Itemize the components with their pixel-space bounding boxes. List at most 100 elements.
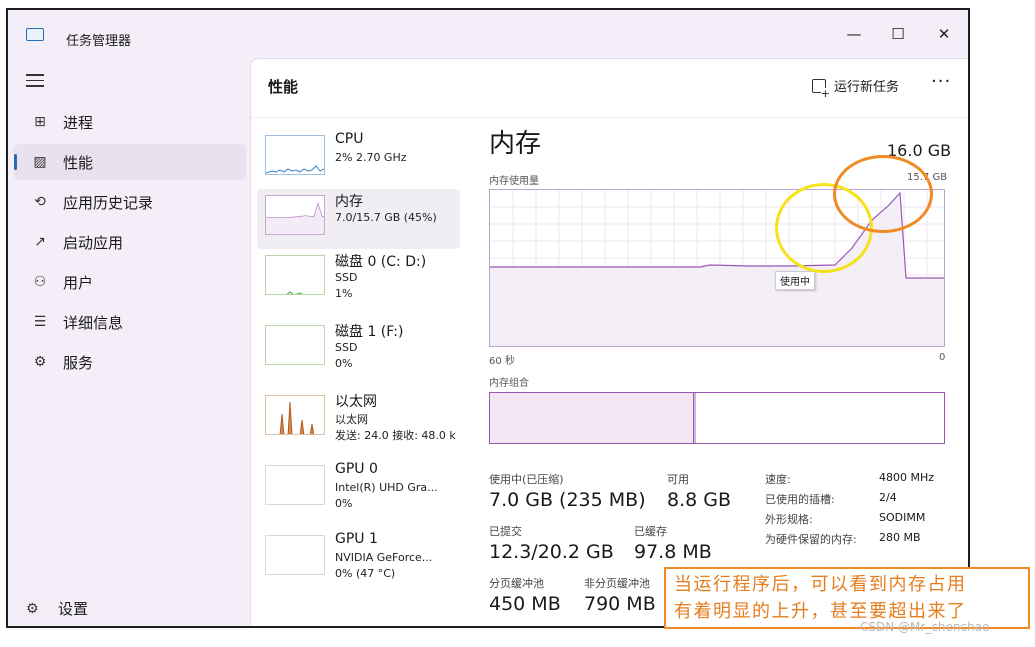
sidebar-item-label: 进程 [63,113,94,132]
device-item-cpu[interactable]: CPU 2% 2.70 GHz [257,129,460,189]
usage-graph-label: 内存使用量 [489,176,539,187]
device-throughput: 发送: 24.0 接收: 48.0 k [335,429,456,442]
sidebar-item-settings[interactable]: ⚙ 设置 [26,598,88,619]
sidebar-item-label: 用户 [63,273,94,292]
page-title: 性能 [268,78,299,96]
device-detail: 2% 2.70 GHz [335,151,407,164]
x-axis-right-label: 0 [939,352,946,363]
kv-form-factor-value: SODIMM [879,511,926,524]
performance-panel: 性能 运行新任务 ··· CPU 2% 2.70 GHz 内存 7.0/15.7… [250,58,968,626]
sidebar-item-label: 服务 [63,353,94,372]
kv-slots-label: 已使用的插槽: [765,493,835,506]
app-title: 任务管理器 [66,34,132,49]
stat-cached-value: 97.8 MB [634,541,712,563]
stat-committed-label: 已提交 [489,525,522,538]
stat-nonpaged-pool-label: 非分页缓冲池 [584,577,650,590]
composition-in-use [490,393,694,443]
device-name: 磁盘 1 (F:) [335,324,404,340]
device-name: 磁盘 0 (C: D:) [335,254,427,270]
annotation-line-1: 当运行程序后，可以看到内存占用 [674,574,967,595]
device-item-disk0[interactable]: 磁盘 0 (C: D:) SSD 1% [257,249,460,309]
startup-icon: ↗ [34,234,46,250]
kv-reserved-value: 280 MB [879,531,921,544]
active-indicator [14,154,17,170]
hamburger-menu-icon[interactable] [26,74,44,91]
graph-tooltip: 使用中 [775,271,815,290]
watermark: CSDN @Mr_chenchao [860,620,990,634]
settings-gear-icon: ⚙ [26,600,39,617]
sidebar-item-users[interactable]: ⚇ 用户 [14,264,246,300]
kv-slots-value: 2/4 [879,491,897,504]
device-type: SSD [335,341,358,354]
device-item-ethernet[interactable]: 以太网 以太网 发送: 24.0 接收: 48.0 k [257,389,460,449]
gpu0-thumbnail-graph [265,465,325,505]
kv-reserved-label: 为硬件保留的内存: [765,533,857,546]
run-task-label: 运行新任务 [834,80,900,95]
kv-speed-label: 速度: [765,473,791,486]
run-new-task-button[interactable]: 运行新任务 [812,76,900,99]
stat-paged-pool-label: 分页缓冲池 [489,577,544,590]
device-name: CPU [335,131,364,147]
sidebar-item-services[interactable]: ⚙ 服务 [14,344,246,380]
device-item-disk1[interactable]: 磁盘 1 (F:) SSD 0% [257,319,460,379]
gpu1-thumbnail-graph [265,535,325,575]
device-item-memory[interactable]: 内存 7.0/15.7 GB (45%) [257,189,460,249]
task-manager-window: 任务管理器 — ☐ ✕ ⊞ 进程 ▨ 性能 ⟲ 应用历史记录 ↗ 启动应用 ⚇ … [6,8,970,628]
device-item-gpu1[interactable]: GPU 1 NVIDIA GeForce... 0% (47 °C) [257,529,460,589]
app-history-icon: ⟲ [34,194,46,210]
composition-label: 内存组合 [489,378,529,389]
more-options-button[interactable]: ··· [931,71,951,92]
device-model: NVIDIA GeForce... [335,551,433,564]
task-manager-app-icon [26,28,44,41]
kv-speed-value: 4800 MHz [879,471,935,484]
x-axis-left-label: 60 秒 [489,356,515,367]
processes-icon: ⊞ [34,114,46,130]
orange-highlight-circle [833,155,933,233]
sidebar-item-performance[interactable]: ▨ 性能 [14,144,246,180]
device-usage: 0% (47 °C) [335,567,396,580]
sidebar-item-startup-apps[interactable]: ↗ 启动应用 [14,224,246,260]
users-icon: ⚇ [33,274,47,290]
device-item-gpu0[interactable]: GPU 0 Intel(R) UHD Gra... 0% [257,459,460,519]
device-usage: 0% [335,357,353,370]
device-name: 以太网 [335,394,377,410]
stat-paged-pool-value: 450 MB [489,593,561,615]
maximize-button[interactable]: ☐ [876,18,920,50]
stat-nonpaged-pool-value: 790 MB [584,593,656,615]
minimize-button[interactable]: — [832,18,876,50]
performance-icon: ▨ [33,154,47,170]
memory-composition-bar [489,392,945,444]
sidebar-item-label: 应用历史记录 [63,193,154,212]
device-detail: 7.0/15.7 GB (45%) [335,211,437,224]
device-name: GPU 1 [335,531,378,547]
device-usage: 0% [335,497,353,510]
stat-committed-value: 12.3/20.2 GB [489,541,614,563]
kv-form-factor-label: 外形规格: [765,513,813,526]
disk0-thumbnail-graph [265,255,325,295]
stat-cached-label: 已缓存 [634,525,667,538]
settings-label: 设置 [58,600,89,618]
device-usage: 1% [335,287,353,300]
stat-in-use-value: 7.0 GB (235 MB) [489,489,646,511]
ethernet-thumbnail-graph [265,395,325,435]
sidebar-item-app-history[interactable]: ⟲ 应用历史记录 [14,184,246,220]
sidebar-item-details[interactable]: ☰ 详细信息 [14,304,246,340]
title-bar: 任务管理器 — ☐ ✕ [8,10,968,58]
sidebar-item-processes[interactable]: ⊞ 进程 [14,104,246,140]
run-task-icon [812,78,830,99]
disk1-thumbnail-graph [265,325,325,365]
device-type: SSD [335,271,358,284]
stat-in-use-label: 使用中(已压缩) [489,473,564,486]
memory-title: 内存 [489,129,542,159]
stat-available-label: 可用 [667,473,689,486]
sidebar-item-label: 详细信息 [63,313,124,332]
device-name: GPU 0 [335,461,378,477]
sidebar-item-label: 启动应用 [63,233,124,252]
cpu-thumbnail-graph [265,135,325,175]
device-name: 内存 [335,194,363,210]
memory-thumbnail-graph [265,195,325,235]
composition-modified [694,393,696,443]
services-icon: ⚙ [33,354,47,370]
close-button[interactable]: ✕ [922,18,966,50]
stat-available-value: 8.8 GB [667,489,732,511]
